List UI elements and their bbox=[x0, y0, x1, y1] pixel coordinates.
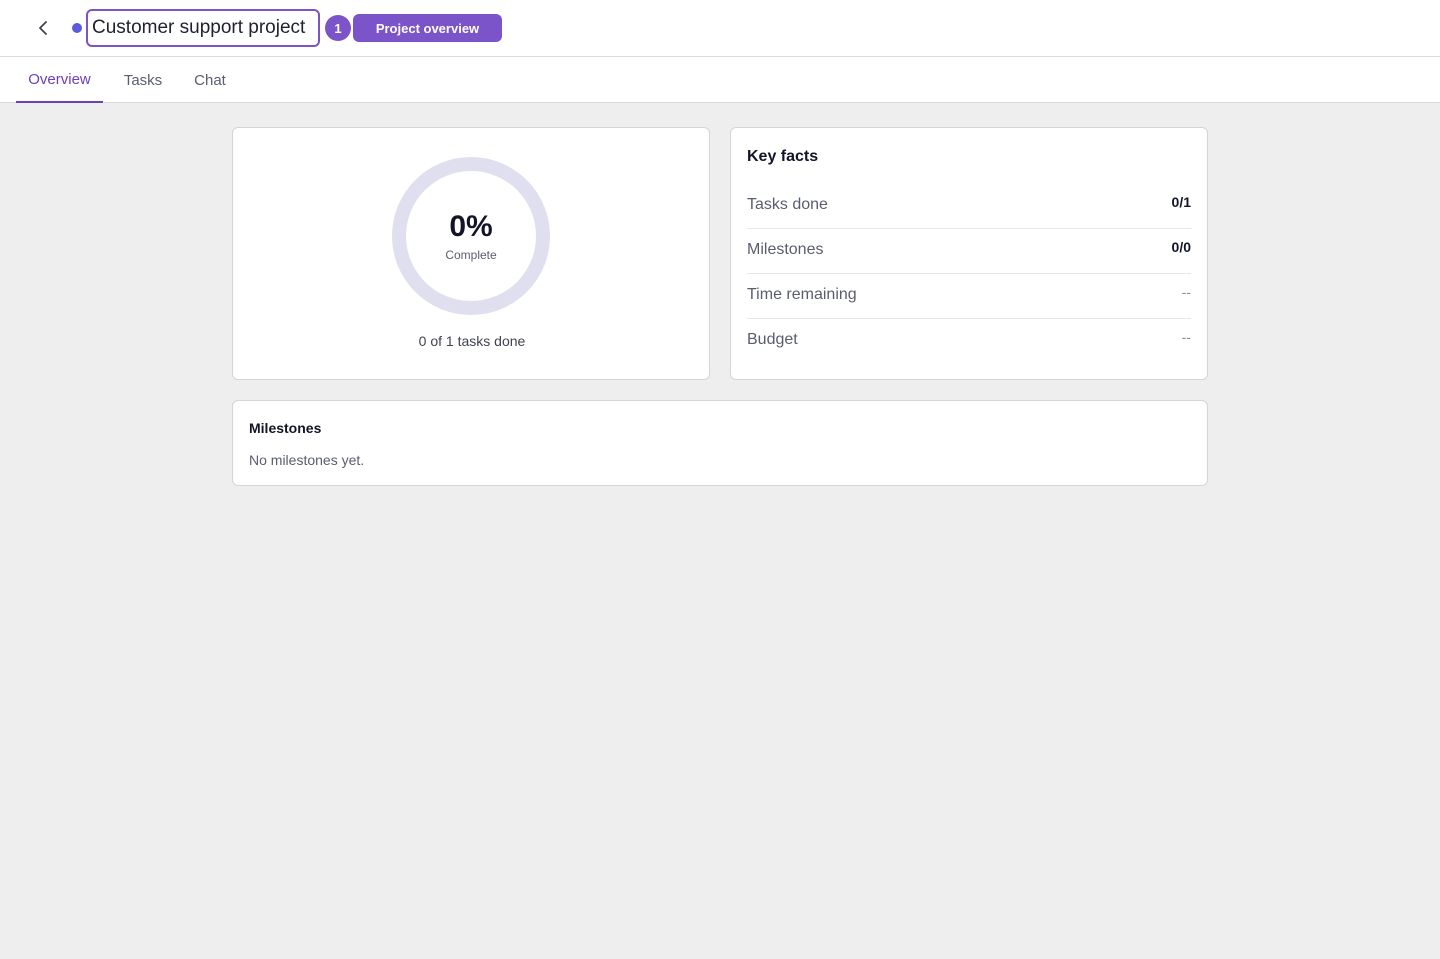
progress-ring-label: 0% Complete bbox=[391, 156, 551, 316]
fact-label: Time remaining bbox=[747, 286, 857, 303]
milestones-card: Milestones No milestones yet. bbox=[232, 400, 1208, 486]
tab-bar: Overview Tasks Chat bbox=[0, 57, 1440, 103]
fact-row-budget: Budget -- bbox=[747, 319, 1191, 364]
step-badge: 1 bbox=[325, 15, 351, 41]
project-title-input[interactable] bbox=[86, 9, 320, 47]
fact-value: -- bbox=[1181, 329, 1191, 345]
back-button[interactable] bbox=[30, 14, 56, 42]
fact-value: 0/0 bbox=[1171, 239, 1191, 255]
milestones-empty-text: No milestones yet. bbox=[249, 452, 365, 468]
progress-card: 0% Complete 0 of 1 tasks done bbox=[232, 127, 710, 380]
progress-percent: 0% bbox=[449, 210, 493, 243]
fact-row-milestones: Milestones 0/0 bbox=[747, 229, 1191, 274]
fact-label: Budget bbox=[747, 331, 798, 348]
fact-label: Tasks done bbox=[747, 196, 828, 213]
fact-value: 0/1 bbox=[1171, 194, 1191, 210]
milestones-title: Milestones bbox=[249, 420, 322, 436]
chevron-left-icon bbox=[39, 21, 47, 35]
tab-chat[interactable]: Chat bbox=[184, 57, 236, 103]
key-facts-title: Key facts bbox=[747, 148, 819, 165]
key-facts-card: Key facts Tasks done 0/1 Milestones 0/0 … bbox=[730, 127, 1208, 380]
tasks-summary: 0 of 1 tasks done bbox=[418, 333, 526, 349]
fact-value: -- bbox=[1181, 284, 1191, 300]
tab-tasks[interactable]: Tasks bbox=[112, 57, 174, 103]
fact-row-tasks-done: Tasks done 0/1 bbox=[747, 184, 1191, 229]
progress-complete-label: Complete bbox=[445, 248, 497, 262]
tab-overview[interactable]: Overview bbox=[16, 57, 103, 103]
top-bar: 1 Project overview bbox=[0, 0, 1440, 57]
project-overview-button[interactable]: Project overview bbox=[353, 14, 502, 42]
fact-row-time-remaining: Time remaining -- bbox=[747, 274, 1191, 319]
status-dot bbox=[72, 23, 82, 33]
fact-label: Milestones bbox=[747, 241, 824, 258]
